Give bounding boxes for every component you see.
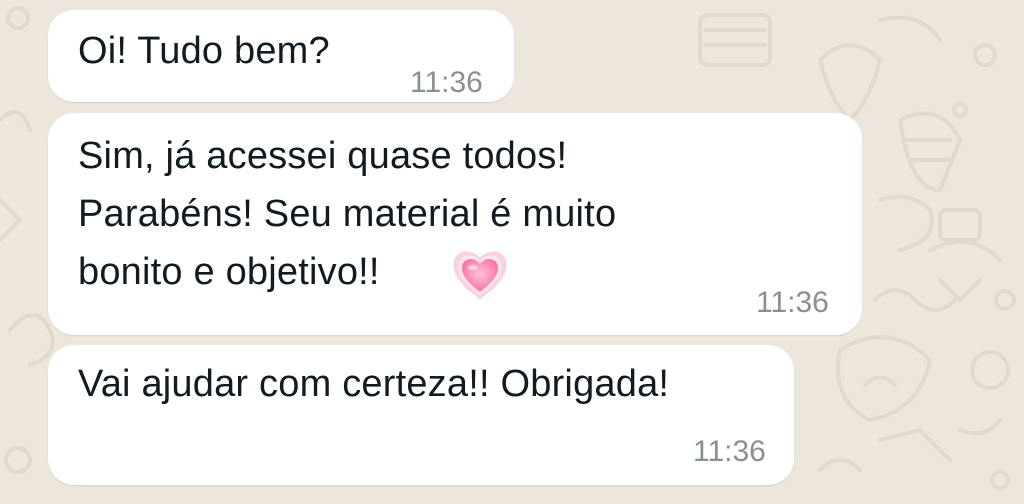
- message-text: Oi! Tudo bem?: [78, 30, 330, 72]
- message-text: Sim, já acessei quase todos! Parabéns! S…: [78, 127, 616, 301]
- growing-heart-icon: [453, 251, 507, 300]
- message-bubble[interactable]: Oi! Tudo bem? 11:36: [48, 10, 514, 102]
- message-line: Parabéns! Seu material é muito: [78, 193, 617, 235]
- message-timestamp: 11:36: [693, 435, 766, 468]
- message-timestamp: 11:36: [756, 286, 829, 319]
- message-line: bonito e objetivo!!: [78, 251, 380, 293]
- message-bubble[interactable]: Vai ajudar com certeza!! Obrigada! 11:36: [48, 345, 794, 485]
- message-list: Oi! Tudo bem? 11:36 Sim, já acessei quas…: [0, 0, 1024, 504]
- message-line: Sim, já acessei quase todos!: [78, 135, 568, 177]
- message-bubble[interactable]: Sim, já acessei quase todos! Parabéns! S…: [48, 113, 862, 335]
- message-timestamp: 11:36: [410, 66, 483, 99]
- message-text: Vai ajudar com certeza!! Obrigada!: [78, 363, 670, 405]
